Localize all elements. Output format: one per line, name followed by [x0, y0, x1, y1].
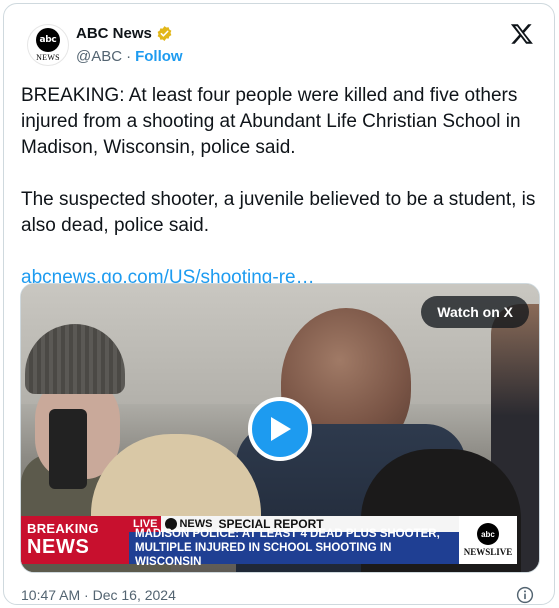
newslive-disc: abc	[477, 523, 499, 545]
abc-logo-disc: abc	[36, 28, 60, 52]
author-display-name[interactable]: ABC News	[76, 25, 152, 42]
video-phone	[49, 409, 87, 489]
author-handle-row: @ABC · Follow	[76, 48, 183, 65]
follow-button[interactable]: Follow	[135, 48, 183, 65]
newslive-text: NEWSLIVE	[463, 547, 513, 557]
watch-on-x-button[interactable]: Watch on X	[421, 296, 529, 328]
play-icon	[271, 417, 291, 441]
embedded-post-card: abc NEWS ABC News @ABC · Follow BREAKING…	[3, 3, 555, 605]
author-handle[interactable]: @ABC	[76, 48, 122, 65]
video-media[interactable]: Watch on X BREAKING NEWS LIVE NEWS SPECI…	[20, 283, 540, 573]
newslive-logo: abc NEWSLIVE	[459, 516, 517, 564]
author-avatar[interactable]: abc NEWS	[27, 24, 69, 66]
verified-badge-icon	[157, 26, 172, 41]
headline-banner: MADISON POLICE: AT LEAST 4 DEAD PLUS SHO…	[129, 528, 459, 568]
headline-line-2: MULTIPLE INJURED IN SCHOOL SHOOTING IN W…	[135, 542, 392, 568]
breaking-line-2: NEWS	[27, 536, 90, 558]
x-logo-icon[interactable]	[510, 22, 534, 46]
post-paragraph-1: BREAKING: At least four people were kill…	[21, 85, 521, 158]
breaking-line-1: BREAKING	[27, 521, 99, 536]
handle-separator: ·	[126, 48, 132, 65]
author-name-row: ABC News	[76, 25, 173, 42]
post-text: BREAKING: At least four people were kill…	[21, 83, 541, 291]
breaking-news-label: BREAKING NEWS	[21, 516, 129, 564]
post-paragraph-2: The suspected shooter, a juvenile believ…	[21, 189, 536, 236]
play-button[interactable]	[248, 397, 312, 461]
info-icon[interactable]	[516, 586, 534, 604]
headline-line-1: MADISON POLICE: AT LEAST 4 DEAD PLUS SHO…	[135, 528, 440, 540]
abc-logo-word: NEWS	[36, 53, 60, 62]
post-timestamp[interactable]: 10:47 AM · Dec 16, 2024	[21, 587, 176, 603]
